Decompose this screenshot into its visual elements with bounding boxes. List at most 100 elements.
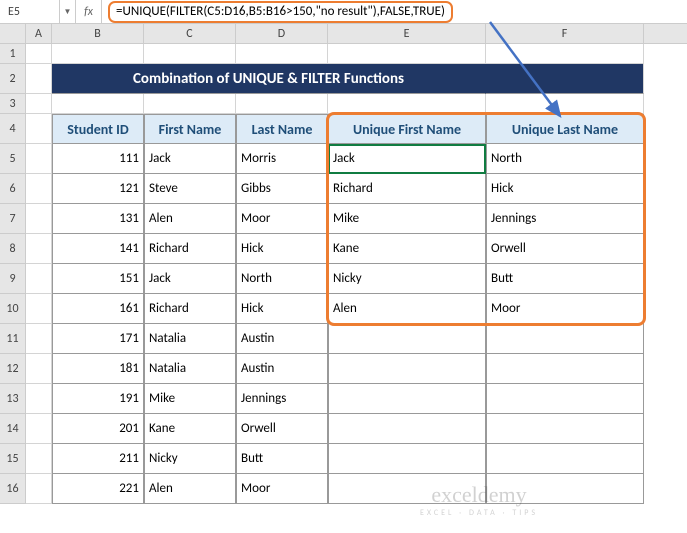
cell-last-name[interactable]: Hick — [236, 294, 328, 324]
col-header-b[interactable]: B — [52, 24, 144, 43]
cell[interactable] — [26, 174, 52, 204]
cell-student-id[interactable]: 121 — [52, 174, 144, 204]
cell-last-name[interactable]: Gibbs — [236, 174, 328, 204]
cell[interactable] — [236, 44, 328, 64]
row-header[interactable]: 5 — [0, 144, 26, 174]
cell[interactable] — [486, 44, 644, 64]
cell-unique-first[interactable]: Alen — [328, 294, 486, 324]
cell-last-name[interactable]: Hick — [236, 234, 328, 264]
row-header[interactable]: 15 — [0, 444, 26, 474]
header-unique-first[interactable]: Unique First Name — [328, 114, 486, 144]
row-header[interactable]: 2 — [0, 64, 26, 94]
cell-unique-first[interactable] — [328, 384, 486, 414]
cell-first-name[interactable]: Nicky — [144, 444, 236, 474]
cell-first-name[interactable]: Mike — [144, 384, 236, 414]
cell-first-name[interactable]: Jack — [144, 264, 236, 294]
cell-last-name[interactable]: Morris — [236, 144, 328, 174]
cell[interactable] — [52, 44, 144, 64]
cell-student-id[interactable]: 211 — [52, 444, 144, 474]
cell[interactable] — [26, 264, 52, 294]
header-first-name[interactable]: First Name — [144, 114, 236, 144]
cell-first-name[interactable]: Natalia — [144, 324, 236, 354]
cell[interactable] — [236, 94, 328, 114]
cell[interactable] — [26, 384, 52, 414]
formula-input[interactable]: =UNIQUE(FILTER(C5:D16,B5:B16>150,"no res… — [102, 0, 687, 23]
cell[interactable] — [26, 114, 52, 144]
cell[interactable] — [26, 204, 52, 234]
cell-unique-first[interactable] — [328, 414, 486, 444]
cell-last-name[interactable]: Austin — [236, 354, 328, 384]
cell[interactable] — [144, 94, 236, 114]
cell-last-name[interactable]: North — [236, 264, 328, 294]
cell[interactable] — [144, 44, 236, 64]
cell-unique-last[interactable]: North — [486, 144, 644, 174]
cell-student-id[interactable]: 171 — [52, 324, 144, 354]
cell-unique-last[interactable] — [486, 384, 644, 414]
cell-unique-first[interactable]: Jack — [328, 144, 486, 174]
col-header-c[interactable]: C — [144, 24, 236, 43]
cell[interactable] — [26, 94, 52, 114]
cell-unique-last[interactable] — [486, 414, 644, 444]
cell-student-id[interactable]: 141 — [52, 234, 144, 264]
cell-first-name[interactable]: Steve — [144, 174, 236, 204]
header-last-name[interactable]: Last Name — [236, 114, 328, 144]
title-cell[interactable]: Combination of UNIQUE & FILTER Functions — [52, 64, 486, 94]
cell-student-id[interactable]: 221 — [52, 474, 144, 504]
row-header[interactable]: 9 — [0, 264, 26, 294]
cell-unique-last[interactable] — [486, 324, 644, 354]
row-header[interactable]: 7 — [0, 204, 26, 234]
cell[interactable] — [26, 414, 52, 444]
cell-unique-last[interactable]: Butt — [486, 264, 644, 294]
cell-unique-first[interactable]: Mike — [328, 204, 486, 234]
cell-first-name[interactable]: Richard — [144, 234, 236, 264]
cell-first-name[interactable]: Jack — [144, 144, 236, 174]
cell[interactable] — [486, 94, 644, 114]
cell-unique-last[interactable]: Hick — [486, 174, 644, 204]
cell-unique-first[interactable]: Nicky — [328, 264, 486, 294]
cell-last-name[interactable]: Jennings — [236, 384, 328, 414]
col-header-a[interactable]: A — [26, 24, 52, 43]
cell[interactable] — [26, 354, 52, 384]
cell[interactable] — [26, 324, 52, 354]
row-header[interactable]: 10 — [0, 294, 26, 324]
cell-last-name[interactable]: Moor — [236, 204, 328, 234]
fx-icon[interactable]: fx — [76, 0, 102, 23]
cell-student-id[interactable]: 201 — [52, 414, 144, 444]
cell-unique-first[interactable] — [328, 474, 486, 504]
cell-first-name[interactable]: Alen — [144, 474, 236, 504]
cell-student-id[interactable]: 181 — [52, 354, 144, 384]
name-box-dropdown-icon[interactable]: ▼ — [60, 0, 76, 23]
cell-unique-last[interactable]: Jennings — [486, 204, 644, 234]
cell-student-id[interactable]: 111 — [52, 144, 144, 174]
col-header-d[interactable]: D — [236, 24, 328, 43]
col-header-e[interactable]: E — [328, 24, 486, 43]
cell[interactable] — [26, 64, 52, 94]
cell-unique-last[interactable]: Orwell — [486, 234, 644, 264]
cell[interactable] — [26, 444, 52, 474]
select-all-corner[interactable] — [0, 24, 26, 43]
cell-student-id[interactable]: 131 — [52, 204, 144, 234]
cell-unique-first[interactable]: Kane — [328, 234, 486, 264]
header-student-id[interactable]: Student ID — [52, 114, 144, 144]
cell-unique-last[interactable] — [486, 444, 644, 474]
col-header-f[interactable]: F — [486, 24, 644, 43]
cell[interactable] — [52, 94, 144, 114]
row-header[interactable]: 4 — [0, 114, 26, 144]
cell[interactable] — [328, 44, 486, 64]
cell[interactable] — [26, 44, 52, 64]
cell-first-name[interactable]: Natalia — [144, 354, 236, 384]
cell-first-name[interactable]: Richard — [144, 294, 236, 324]
cell-unique-first[interactable]: Richard — [328, 174, 486, 204]
cell-first-name[interactable]: Kane — [144, 414, 236, 444]
cell-last-name[interactable]: Orwell — [236, 414, 328, 444]
row-header[interactable]: 12 — [0, 354, 26, 384]
cell[interactable] — [26, 474, 52, 504]
cell[interactable] — [328, 94, 486, 114]
cell-unique-last[interactable] — [486, 354, 644, 384]
cell[interactable] — [26, 294, 52, 324]
row-header[interactable]: 13 — [0, 384, 26, 414]
cell-first-name[interactable]: Alen — [144, 204, 236, 234]
row-header[interactable]: 16 — [0, 474, 26, 504]
cell-unique-last[interactable] — [486, 474, 644, 504]
row-header[interactable]: 6 — [0, 174, 26, 204]
